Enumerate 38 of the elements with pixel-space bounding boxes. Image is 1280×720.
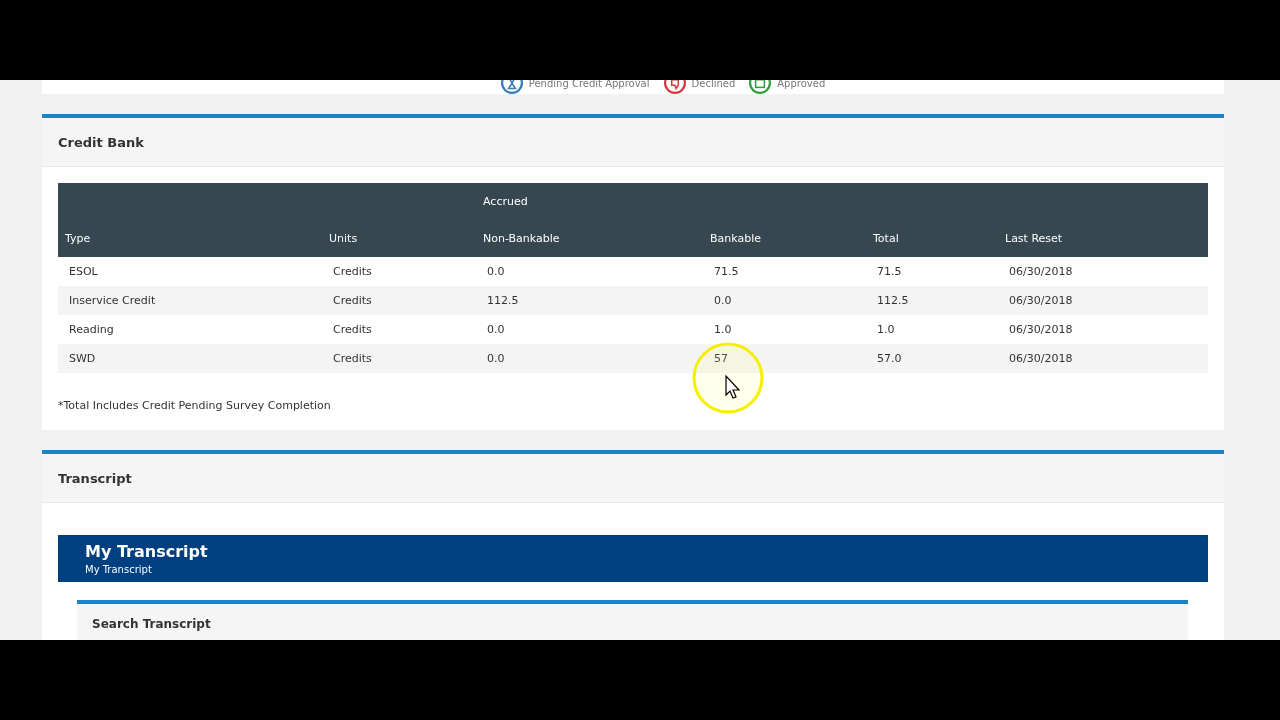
table-cell-text: Credits <box>333 352 373 365</box>
table-cell-text: 112.5 <box>877 294 910 307</box>
table-cell-text: 06/30/2018 <box>1009 294 1074 307</box>
table-cell-text: 0.0 <box>487 265 506 278</box>
table-cell-text: Reading <box>69 323 115 336</box>
card-title: Search Transcript <box>92 617 211 631</box>
banner-subtitle: My Transcript <box>85 564 153 575</box>
table-cell-text: 1.0 <box>714 323 733 336</box>
panel-title: Credit Bank <box>58 134 144 150</box>
column-header: Type <box>65 232 92 245</box>
table-cell-text: 112.5 <box>487 294 520 307</box>
table-cell-text: 57.0 <box>877 352 903 365</box>
table-cell-text: 1.0 <box>877 323 896 336</box>
footnote: *Total Includes Credit Pending Survey Completion <box>58 399 332 412</box>
column-header: Units <box>329 232 359 245</box>
table-cell-text: 06/30/2018 <box>1009 352 1074 365</box>
table-cell-text: 71.5 <box>714 265 740 278</box>
panel-title: Transcript <box>58 470 132 486</box>
table-cell-text: 06/30/2018 <box>1009 265 1074 278</box>
table-cell-text: Credits <box>333 265 373 278</box>
table-cell-text: ESOL <box>69 265 99 278</box>
group-header: Accrued <box>483 195 529 208</box>
table-cell-text: 0.0 <box>487 323 506 336</box>
column-header: Last Reset <box>1005 232 1064 245</box>
table-cell-text: 71.5 <box>877 265 903 278</box>
cursor-highlight-icon <box>690 340 766 416</box>
table-cell-text: Inservice Credit <box>69 294 157 307</box>
table-cell-text: Credits <box>333 323 373 336</box>
banner-title: My Transcript <box>85 542 209 561</box>
column-header: Bankable <box>710 232 762 245</box>
table-cell-text: 06/30/2018 <box>1009 323 1074 336</box>
table-cell-text: 0.0 <box>714 294 733 307</box>
column-header: Non-Bankable <box>483 232 561 245</box>
table-cell-text: Credits <box>333 294 373 307</box>
table-cell-text: 57 <box>714 352 729 365</box>
column-header: Total <box>873 232 900 245</box>
table-cell-text: 0.0 <box>487 352 506 365</box>
table-cell-text: SWD <box>69 352 97 365</box>
